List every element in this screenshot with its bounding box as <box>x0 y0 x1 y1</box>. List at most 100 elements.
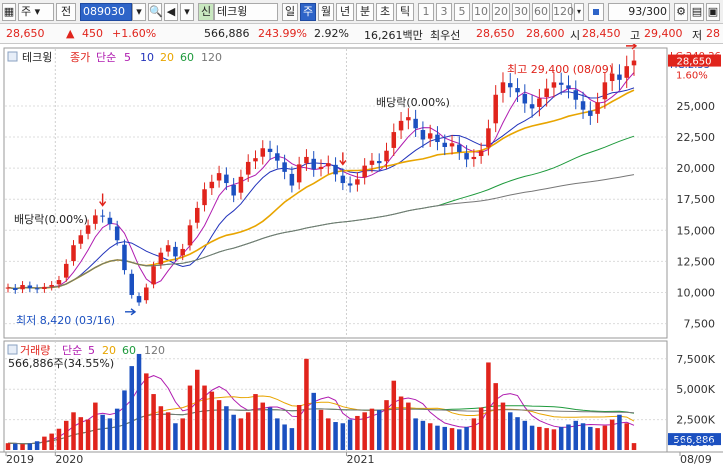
chart-background <box>0 48 723 467</box>
best-ask: 28,650 <box>476 27 515 40</box>
volume-bar <box>551 429 557 450</box>
settings-icon[interactable]: ⚙ <box>674 3 688 21</box>
volume-bar <box>595 428 600 450</box>
period-second[interactable]: 초 <box>376 3 394 21</box>
volume-bar <box>435 425 440 450</box>
candle-body <box>347 183 353 186</box>
current-price-tag-text: 28,650 <box>677 57 712 68</box>
volume-bar <box>289 428 295 450</box>
open-label: 시 <box>570 29 581 42</box>
volume-bar <box>631 443 637 450</box>
candle-body <box>369 160 375 165</box>
candle-body <box>275 153 280 161</box>
interval-dropdown-icon[interactable]: ▾ <box>574 3 584 21</box>
menu-dropdown-icon[interactable]: ▾ <box>180 3 194 21</box>
candle-body <box>493 94 498 124</box>
candle-body <box>362 165 367 178</box>
speaker-icon[interactable]: ◀ <box>164 3 178 21</box>
period-month[interactable]: 월 <box>318 3 334 21</box>
candle-body <box>486 128 491 148</box>
candle-body <box>114 226 120 241</box>
dividend-annotation-2020: 배당락(0.00%) <box>14 213 88 226</box>
code-dropdown-icon[interactable]: ▾ <box>132 3 146 21</box>
search-icon[interactable]: 🔍 <box>148 3 163 21</box>
candle-body <box>624 66 629 78</box>
interval-5[interactable]: 5 <box>454 3 470 21</box>
volume-bar <box>318 409 324 450</box>
interval-20[interactable]: 20 <box>492 3 510 21</box>
volume-bar <box>56 428 62 450</box>
volume-bar <box>275 418 280 450</box>
period-week[interactable]: 주 <box>300 3 316 21</box>
volume-bar <box>34 441 40 450</box>
volume-bar <box>624 423 629 450</box>
candle-body <box>5 287 11 289</box>
candle-body <box>595 102 600 114</box>
price-change-rate: +1.60% <box>112 27 157 40</box>
legend-close: 종가 <box>70 51 90 64</box>
interval-1[interactable]: 1 <box>418 3 434 21</box>
chart-icon[interactable]: ▤ <box>690 3 704 21</box>
legend-ma5: 5 <box>124 51 131 64</box>
volume-bar <box>493 383 498 450</box>
volume-bar <box>129 366 135 450</box>
period-day[interactable]: 일 <box>282 3 298 21</box>
candle-body <box>173 246 178 257</box>
candle-body <box>442 142 448 147</box>
volume-bar <box>304 358 309 450</box>
period-year[interactable]: 년 <box>336 3 354 21</box>
trade-value: 16,261백만 <box>364 29 423 42</box>
candle-body <box>289 173 295 186</box>
candle-body <box>507 83 513 88</box>
candle-body <box>573 90 579 100</box>
candle-body <box>566 85 571 89</box>
chart-type-icon[interactable] <box>588 3 604 21</box>
volume-bar <box>420 420 426 450</box>
interval-30[interactable]: 30 <box>512 3 530 21</box>
stock-code-input[interactable]: 089030 <box>80 3 132 21</box>
trade-volume: 566,886 <box>204 27 250 40</box>
volume-panel-menu-icon[interactable] <box>7 344 18 355</box>
market-select[interactable]: 주 ▾ <box>18 3 54 21</box>
volume-bar <box>216 400 222 450</box>
volume-bar <box>449 428 455 450</box>
chart-area[interactable]: 7,500 10,000 12,500 15,000 17,500 20,000 22,50… <box>0 44 723 467</box>
volume-bar <box>238 418 244 450</box>
volume-summary: 566,886주(34.55%) <box>8 357 114 370</box>
display-count-field[interactable]: 93/300 <box>608 3 670 21</box>
interval-3[interactable]: 3 <box>436 3 452 21</box>
interval-120[interactable]: 120 <box>552 3 574 21</box>
candle-body <box>544 88 549 98</box>
candle-body <box>180 248 185 256</box>
candle-body <box>100 215 105 217</box>
volume-bar <box>347 419 353 450</box>
save-icon[interactable]: ▣ <box>706 3 720 21</box>
interval-10[interactable]: 10 <box>472 3 490 21</box>
grid-icon[interactable]: ▦ <box>2 3 16 21</box>
volume-bar <box>107 418 113 450</box>
x-tick-label: 2019 <box>6 453 34 466</box>
volume-bar <box>457 429 462 450</box>
display-count: 93 <box>628 5 643 18</box>
candle-body <box>537 98 542 107</box>
best-quote-label: 최우선 <box>430 29 461 42</box>
volume-bar <box>114 408 120 450</box>
candle-body <box>136 296 142 303</box>
price-pct-tag: 1.60% <box>676 71 708 82</box>
candle-body <box>318 166 324 170</box>
volume-legend-ma120: 120 <box>144 344 165 357</box>
volume-tick-label: 2,500K <box>676 414 715 427</box>
prefix-button[interactable]: 전 <box>56 3 76 21</box>
candle-body <box>42 286 47 289</box>
candle-body <box>617 74 622 80</box>
panel-menu-icon[interactable] <box>7 51 18 62</box>
period-minute[interactable]: 분 <box>356 3 374 21</box>
period-tick[interactable]: 틱 <box>396 3 414 21</box>
volume-bar <box>202 385 207 450</box>
candle-body <box>209 181 215 189</box>
turnover-rate: 2.92% <box>314 27 349 40</box>
interval-60[interactable]: 60 <box>532 3 550 21</box>
candle-body <box>165 245 171 252</box>
candle-body <box>34 288 40 290</box>
candle-body <box>464 153 469 160</box>
